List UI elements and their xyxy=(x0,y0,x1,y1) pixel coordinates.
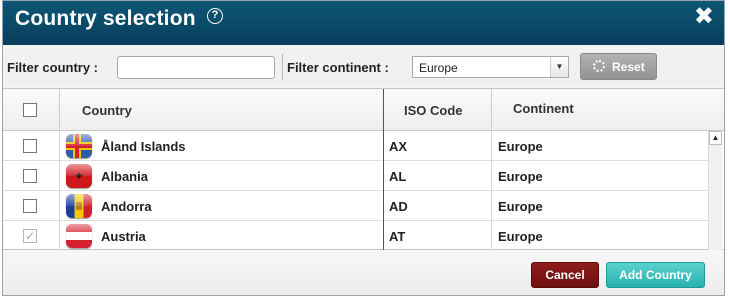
continent-cell: Europe xyxy=(492,161,709,191)
dialog-title: Country selection xyxy=(15,7,196,30)
table-row[interactable]: ✓ Austria AT Europe xyxy=(3,221,709,251)
iso-code: AT xyxy=(389,229,406,244)
scroll-up-icon[interactable]: ▲ xyxy=(709,131,722,145)
row-checkbox-checked[interactable]: ✓ xyxy=(23,229,37,243)
country-selection-dialog: Country selection ? ✖ Filter country : F… xyxy=(2,0,725,296)
country-name: Albania xyxy=(101,169,148,184)
continent-cell: Europe xyxy=(492,131,709,161)
continent-select[interactable]: Europe ▼ xyxy=(412,56,569,78)
iso-cell: AD xyxy=(384,191,492,221)
reset-button[interactable]: Reset xyxy=(580,53,657,80)
table-scrollbar[interactable]: ▲ xyxy=(708,131,722,251)
country-cell: Andorra xyxy=(60,191,384,221)
austria-flag-icon xyxy=(66,224,92,248)
filter-bar: Filter country : Filter continent : Euro… xyxy=(3,48,724,86)
column-header-iso[interactable]: ISO Code xyxy=(384,89,492,131)
cancel-button[interactable]: Cancel xyxy=(531,262,599,288)
filter-country-label: Filter country : xyxy=(7,60,99,75)
row-checkbox-cell: ✓ xyxy=(3,221,60,251)
reset-button-label: Reset xyxy=(612,60,645,74)
table-row[interactable]: ✦ Albania AL Europe xyxy=(3,161,709,191)
dialog-footer: Cancel Add Country xyxy=(3,250,724,295)
help-icon[interactable]: ? xyxy=(207,8,223,24)
filter-continent-label: Filter continent : xyxy=(287,60,389,75)
country-cell: ✦ Albania xyxy=(60,161,384,191)
continent-cell: Europe xyxy=(492,221,709,251)
close-icon[interactable]: ✖ xyxy=(694,5,714,29)
country-table: Country ISO Code Continent Åland Islands… xyxy=(3,88,724,251)
continent-name: Europe xyxy=(498,169,543,184)
select-all-checkbox[interactable] xyxy=(23,103,37,117)
chevron-down-icon[interactable]: ▼ xyxy=(550,57,568,77)
continent-name: Europe xyxy=(498,139,543,154)
column-header-country[interactable]: Country xyxy=(60,89,384,131)
country-name: Åland Islands xyxy=(101,139,186,154)
iso-code: AX xyxy=(389,139,408,154)
row-checkbox[interactable] xyxy=(23,169,37,183)
filter-country-input[interactable] xyxy=(117,56,275,79)
table-body: Åland Islands AX Europe ✦ Albania AL Eur… xyxy=(3,131,724,251)
continent-name: Europe xyxy=(498,229,543,244)
table-header: Country ISO Code Continent xyxy=(3,89,724,131)
iso-cell: AT xyxy=(384,221,492,251)
row-checkbox[interactable] xyxy=(23,139,37,153)
iso-cell: AL xyxy=(384,161,492,191)
column-header-country-label: Country xyxy=(82,103,132,118)
select-all-cell xyxy=(3,89,60,131)
dialog-titlebar: Country selection ? ✖ xyxy=(3,1,724,45)
table-row[interactable]: Åland Islands AX Europe xyxy=(3,131,709,161)
filter-divider xyxy=(282,54,283,80)
iso-code: AL xyxy=(389,169,407,184)
row-checkbox[interactable] xyxy=(23,199,37,213)
continent-name: Europe xyxy=(498,199,543,214)
aland-flag-icon xyxy=(66,134,92,158)
row-checkbox-cell xyxy=(3,191,60,221)
andorra-flag-icon xyxy=(66,194,92,218)
iso-cell: AX xyxy=(384,131,492,161)
row-checkbox-cell xyxy=(3,161,60,191)
column-header-iso-label: ISO Code xyxy=(404,103,463,118)
albania-flag-icon: ✦ xyxy=(66,164,92,188)
iso-code: AD xyxy=(389,199,408,214)
add-country-button[interactable]: Add Country xyxy=(606,262,705,288)
country-name: Austria xyxy=(101,229,146,244)
column-header-continent-label: Continent xyxy=(513,101,574,116)
table-row[interactable]: Andorra AD Europe xyxy=(3,191,709,221)
row-checkbox-cell xyxy=(3,131,60,161)
continent-select-value: Europe xyxy=(419,61,458,75)
spinner-icon xyxy=(593,60,605,72)
country-cell: Åland Islands xyxy=(60,131,384,161)
continent-cell: Europe xyxy=(492,191,709,221)
column-header-continent[interactable]: Continent xyxy=(492,89,724,131)
country-name: Andorra xyxy=(101,199,152,214)
country-cell: Austria xyxy=(60,221,384,251)
